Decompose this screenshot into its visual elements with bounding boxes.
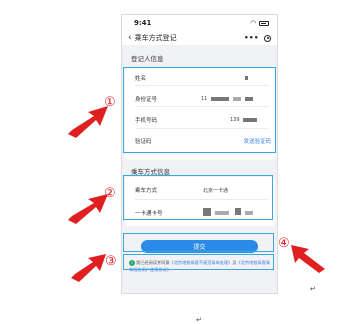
registrant-section-title: 登记人信息 — [131, 55, 164, 63]
status-bar: 9:41 ◠ — [122, 15, 277, 31]
more-icon[interactable]: ••• — [244, 34, 259, 42]
nav-bar: ‹ 乘车方式登记 ••• — [122, 31, 277, 45]
status-time: 9:41 — [134, 19, 152, 27]
page-title: 乘车方式登记 — [134, 34, 177, 42]
return-mark: ↵ — [196, 316, 202, 324]
chevron-left-icon[interactable]: ‹ — [128, 33, 132, 43]
arrow-1-icon — [68, 106, 108, 138]
return-mark: ↵ — [310, 285, 316, 293]
highlight-box-ride — [123, 175, 273, 220]
callout-number-4: ④ — [278, 236, 290, 251]
close-target-icon[interactable] — [264, 34, 271, 42]
phone-screen: 9:41 ◠ ‹ 乘车方式登记 ••• 登记人信息 姓名 身份证号 11 手机号 — [121, 14, 278, 294]
highlight-box-submit — [123, 233, 274, 252]
arrow-2-icon — [68, 194, 108, 224]
wifi-icon: ◠ — [250, 18, 256, 27]
arrow-4-icon — [291, 245, 325, 273]
battery-icon — [259, 20, 269, 26]
arrow-3-icon — [71, 254, 106, 282]
highlight-box-registrant — [123, 67, 276, 153]
highlight-box-agreement — [123, 254, 274, 270]
